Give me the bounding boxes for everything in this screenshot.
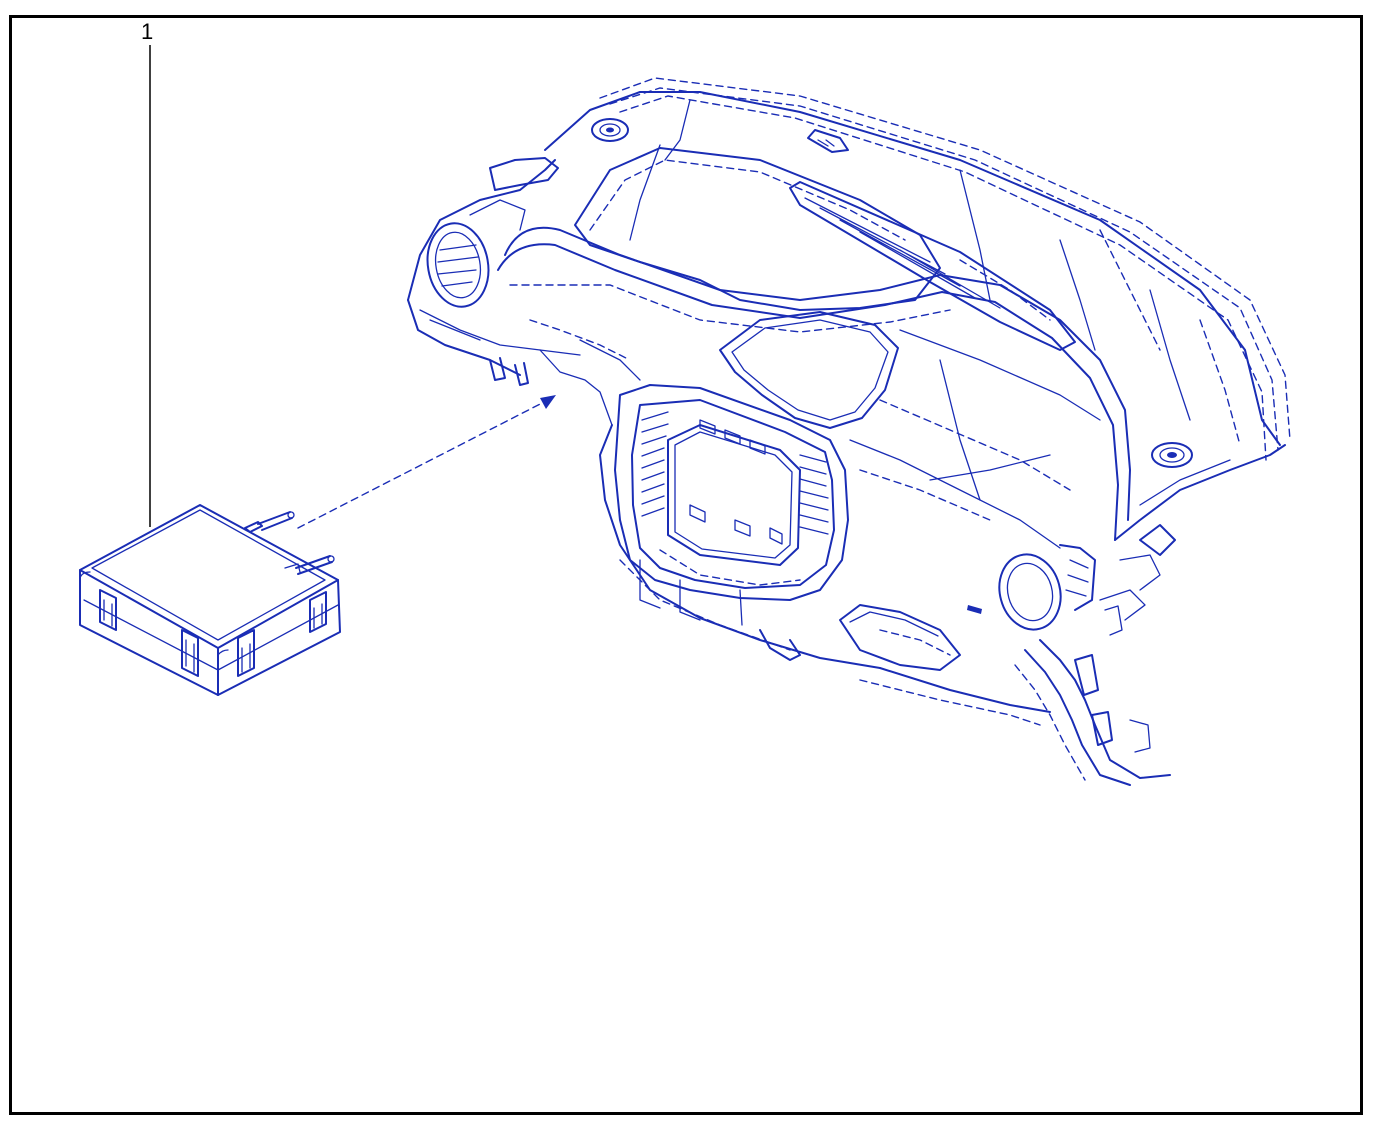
airbag-module-icon xyxy=(79,504,341,696)
center-left-air-vent-icon xyxy=(641,411,669,517)
center-right-air-vent-icon xyxy=(799,454,829,535)
dashboard-assembly-icon xyxy=(407,77,1291,786)
left-speaker-grille-icon xyxy=(591,118,629,142)
right-air-vent-icon xyxy=(998,544,1096,631)
mounting-direction-arrow xyxy=(297,395,556,529)
exploded-view-drawing xyxy=(79,45,1291,786)
right-speaker-grille-icon xyxy=(1151,442,1193,468)
